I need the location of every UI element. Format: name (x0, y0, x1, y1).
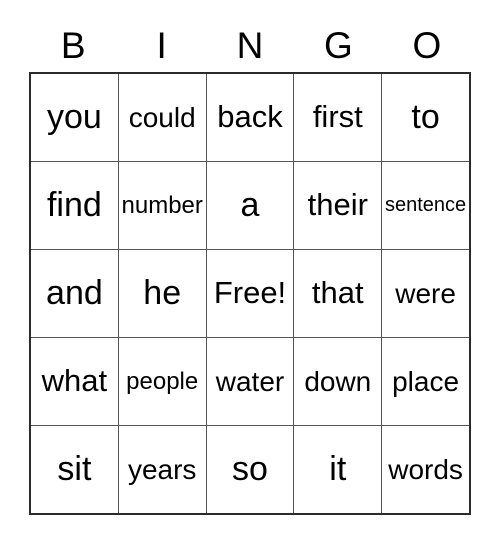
bingo-cell-label: sit (57, 449, 92, 488)
bingo-cell-b3[interactable]: and (31, 250, 119, 337)
header-letter-b: B (60, 24, 86, 66)
bingo-cell-label: that (311, 275, 364, 311)
bingo-cell-n4[interactable]: water (207, 338, 295, 425)
bingo-cell-label: he (143, 273, 182, 312)
bingo-cell-i5[interactable]: years (119, 426, 207, 513)
bingo-cell-label: sentence (385, 194, 467, 216)
header-letter-o: O (412, 24, 442, 66)
bingo-cell-label: people (126, 367, 199, 395)
bingo-cell-label: and (46, 273, 103, 312)
bingo-cell-b5[interactable]: sit (31, 426, 119, 513)
bingo-cell-label: it (329, 449, 347, 488)
bingo-cell-n1[interactable]: back (207, 74, 295, 161)
bingo-cell-b4[interactable]: what (31, 338, 119, 425)
bingo-cell-i1[interactable]: could (119, 74, 207, 161)
bingo-row-1: you could back first to (31, 74, 469, 162)
bingo-row-4: what people water down place (31, 338, 469, 426)
bingo-cell-label: you (46, 97, 102, 136)
bingo-cell-label: their (307, 187, 368, 223)
bingo-free-space-label: Free! (213, 275, 287, 311)
bingo-cell-label: to (411, 97, 440, 136)
bingo-row-5: sit years so it words (31, 426, 469, 513)
bingo-grid: you could back first to find number a th… (29, 72, 471, 515)
bingo-cell-label: find (46, 185, 102, 224)
bingo-cell-b2[interactable]: find (31, 162, 119, 249)
bingo-cell-label: first (312, 99, 363, 135)
bingo-cell-g5[interactable]: it (294, 426, 383, 513)
bingo-cell-label: water (215, 365, 285, 397)
bingo-cell-g1[interactable]: first (294, 74, 383, 161)
bingo-cell-free-space[interactable]: Free! (207, 250, 295, 337)
bingo-cell-label: words (388, 453, 463, 485)
bingo-row-3: and he Free! that were (31, 250, 469, 338)
bingo-cell-n2[interactable]: a (207, 162, 295, 249)
bingo-cell-b1[interactable]: you (31, 74, 119, 161)
header-letter-n: N (236, 24, 264, 66)
header-letter-g: G (324, 24, 353, 66)
bingo-cell-n5[interactable]: so (207, 426, 295, 513)
bingo-cell-i2[interactable]: number (119, 162, 207, 249)
bingo-cell-label: down (304, 365, 372, 397)
bingo-cell-i4[interactable]: people (119, 338, 207, 425)
header-letter-i: I (156, 24, 167, 66)
bingo-cell-label: place (392, 365, 460, 397)
bingo-cell-o2[interactable]: sentence (382, 162, 469, 249)
bingo-cell-label: were (395, 277, 456, 309)
bingo-cell-label: back (217, 99, 283, 135)
bingo-cell-label: years (127, 453, 197, 485)
bingo-cell-g4[interactable]: down (294, 338, 383, 425)
bingo-cell-label: so (232, 449, 268, 488)
bingo-cell-g2[interactable]: their (294, 162, 383, 249)
bingo-header-row: B I N G O (29, 18, 471, 72)
bingo-cell-o1[interactable]: to (382, 74, 469, 161)
bingo-cell-label: could (128, 101, 196, 133)
bingo-cell-label: a (240, 185, 260, 224)
bingo-row-2: find number a their sentence (31, 162, 469, 250)
bingo-cell-label: what (41, 363, 108, 399)
bingo-cell-o5[interactable]: words (382, 426, 469, 513)
bingo-cell-g3[interactable]: that (294, 250, 383, 337)
bingo-cell-i3[interactable]: he (119, 250, 207, 337)
bingo-cell-o4[interactable]: place (382, 338, 469, 425)
bingo-cell-label: number (121, 191, 203, 219)
bingo-cell-o3[interactable]: were (382, 250, 469, 337)
bingo-card: B I N G O you could back first to find n… (0, 0, 500, 544)
